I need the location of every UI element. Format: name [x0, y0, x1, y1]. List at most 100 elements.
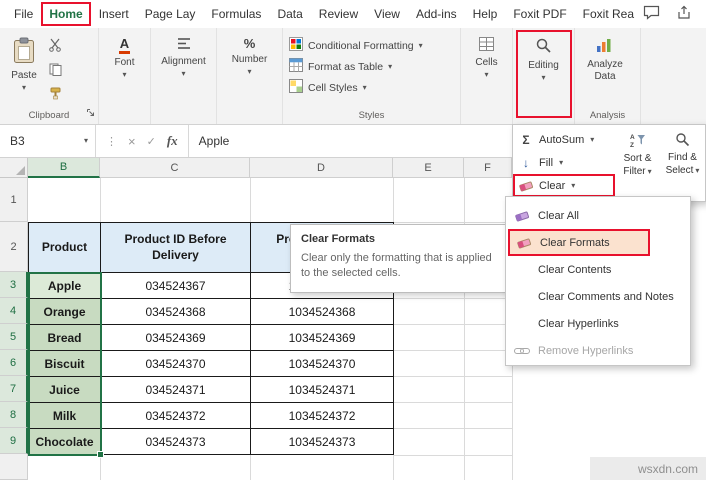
chevron-down-icon: ▾ — [122, 71, 126, 79]
menu-item-clear-hyperlinks[interactable]: Clear Hyperlinks — [506, 310, 690, 337]
find-select-label-line1: Find & — [668, 152, 697, 164]
tab-home[interactable]: Home — [41, 2, 90, 26]
cell-D9[interactable]: 1034524373 — [251, 429, 394, 455]
tab-view[interactable]: View — [366, 2, 408, 26]
cell-D7[interactable]: 1034524371 — [251, 377, 394, 403]
cell-C7[interactable]: 034524371 — [101, 377, 251, 403]
cell-C8[interactable]: 034524372 — [101, 403, 251, 429]
col-header-C[interactable]: C — [100, 158, 250, 178]
row-header-1[interactable]: 1 — [0, 178, 28, 222]
menu-item-fill[interactable]: ↓ Fill ▾ — [513, 151, 615, 174]
cell-B9[interactable]: Chocolate — [29, 429, 101, 455]
row-header-2[interactable]: 2 — [0, 222, 28, 272]
menu-item-clear-formats[interactable]: Clear Formats — [508, 229, 650, 256]
select-all-corner[interactable] — [0, 158, 28, 178]
grid-line — [393, 350, 512, 351]
tab-add-ins[interactable]: Add-ins — [408, 2, 465, 26]
cell-C3[interactable]: 034524367 — [101, 273, 251, 299]
row-header-7[interactable]: 7 — [0, 376, 28, 402]
tab-help[interactable]: Help — [465, 2, 506, 26]
cancel-icon[interactable]: × — [128, 134, 136, 149]
cell-B7[interactable]: Juice — [29, 377, 101, 403]
tab-review[interactable]: Review — [311, 2, 366, 26]
sort-filter-label-line1: Sort & — [624, 153, 652, 165]
tab-foxit-reader[interactable]: Foxit Rea — [575, 2, 642, 26]
copy-icon[interactable] — [49, 63, 62, 81]
editing-dropdown-menu: Σ AutoSum ▾ ↓ Fill ▾ Clear ▾ AZ Sort & F… — [512, 124, 706, 202]
tab-foxit-pdf[interactable]: Foxit PDF — [505, 2, 574, 26]
row-header-4[interactable]: 4 — [0, 298, 28, 324]
cell-B5[interactable]: Bread — [29, 325, 101, 351]
grid-line — [393, 178, 394, 222]
cell-D6[interactable]: 1034524370 — [251, 351, 394, 377]
formula-bar-splitter-icon[interactable]: ⋮ — [106, 135, 117, 148]
tab-insert[interactable]: Insert — [91, 2, 137, 26]
menu-item-autosum[interactable]: Σ AutoSum ▾ — [513, 128, 615, 151]
menu-item-clear-all[interactable]: Clear All — [506, 202, 690, 229]
row-header-5[interactable]: 5 — [0, 324, 28, 350]
editing-button[interactable]: Editing ▾ — [513, 28, 574, 106]
cell-styles-button[interactable]: Cell Styles ▾ — [283, 77, 460, 98]
col-header-F[interactable]: F — [464, 158, 512, 178]
col-header-B[interactable]: B — [28, 158, 100, 178]
tab-data[interactable]: Data — [269, 2, 310, 26]
number-button[interactable]: % Number ▾ — [217, 28, 282, 106]
alignment-icon — [177, 37, 191, 53]
ribbon-group-number: % Number ▾ — [217, 28, 283, 124]
menu-item-clear-comments-notes[interactable]: Clear Comments and Notes — [506, 283, 690, 310]
insert-function-icon[interactable]: fx — [167, 133, 178, 149]
cell-B4[interactable]: Orange — [29, 299, 101, 325]
enter-icon[interactable]: ✓ — [147, 135, 156, 148]
name-box[interactable]: B3 ▾ — [0, 125, 96, 157]
cell-B3[interactable]: Apple — [29, 273, 101, 299]
menu-item-clear[interactable]: Clear ▾ — [513, 174, 615, 197]
alignment-button[interactable]: Alignment ▾ — [151, 28, 216, 106]
grid-line — [393, 402, 512, 403]
grid-line — [393, 455, 394, 480]
cell-C2[interactable]: Product ID Before Delivery — [101, 223, 251, 273]
cell-B6[interactable]: Biscuit — [29, 351, 101, 377]
row-header-3[interactable]: 3 — [0, 272, 28, 298]
row-header-8[interactable]: 8 — [0, 402, 28, 428]
format-as-table-button[interactable]: Format as Table ▾ — [283, 56, 460, 77]
clear-formats-label: Clear Formats — [540, 237, 610, 249]
font-icon: A — [119, 37, 130, 54]
cell-B8[interactable]: Milk — [29, 403, 101, 429]
menu-item-clear-contents[interactable]: Clear Contents — [506, 256, 690, 283]
col-header-D[interactable]: D — [250, 158, 393, 178]
col-header-E[interactable]: E — [393, 158, 464, 178]
cell-D4[interactable]: 1034524368 — [251, 299, 394, 325]
cell-C9[interactable]: 034524373 — [101, 429, 251, 455]
font-button[interactable]: A Font ▾ — [99, 28, 150, 106]
tab-formulas[interactable]: Formulas — [203, 2, 269, 26]
cell-D8[interactable]: 1034524372 — [251, 403, 394, 429]
eraser-icon — [514, 210, 530, 222]
clipboard-dialog-launcher-icon[interactable] — [86, 104, 95, 122]
comment-icon[interactable] — [643, 5, 660, 23]
cell-C4[interactable]: 034524368 — [101, 299, 251, 325]
cells-button[interactable]: Cells ▾ — [461, 28, 512, 106]
conditional-formatting-button[interactable]: Conditional Formatting ▾ — [283, 35, 460, 56]
cell-styles-icon — [289, 79, 303, 96]
share-icon[interactable] — [676, 5, 692, 23]
menu-item-sort-filter[interactable]: AZ Sort & Filter▾ — [615, 125, 660, 201]
cell-B2[interactable]: Product — [29, 223, 101, 273]
analyze-data-button[interactable]: Analyze Data — [575, 28, 635, 106]
row-header-10[interactable] — [0, 454, 28, 480]
row-header-9[interactable]: 9 — [0, 428, 28, 454]
chevron-down-icon: ▾ — [22, 84, 26, 92]
paste-button[interactable]: Paste ▾ — [4, 28, 44, 106]
menu-item-find-select[interactable]: Find & Select▾ — [660, 125, 705, 201]
ribbon: Paste ▾ Clipboard A Font ▾ Alignment — [0, 28, 706, 125]
cell-D5[interactable]: 1034524369 — [251, 325, 394, 351]
tab-file[interactable]: File — [6, 2, 41, 26]
table-row: Bread 034524369 1034524369 — [29, 325, 394, 351]
sort-filter-label-line2: Filter — [623, 166, 645, 178]
cell-C5[interactable]: 034524369 — [101, 325, 251, 351]
row-header-6[interactable]: 6 — [0, 350, 28, 376]
cut-icon[interactable] — [48, 38, 62, 57]
paste-icon — [12, 37, 36, 67]
format-painter-icon[interactable] — [49, 87, 62, 105]
cell-C6[interactable]: 034524370 — [101, 351, 251, 377]
tab-page-layout[interactable]: Page Lay — [137, 2, 204, 26]
